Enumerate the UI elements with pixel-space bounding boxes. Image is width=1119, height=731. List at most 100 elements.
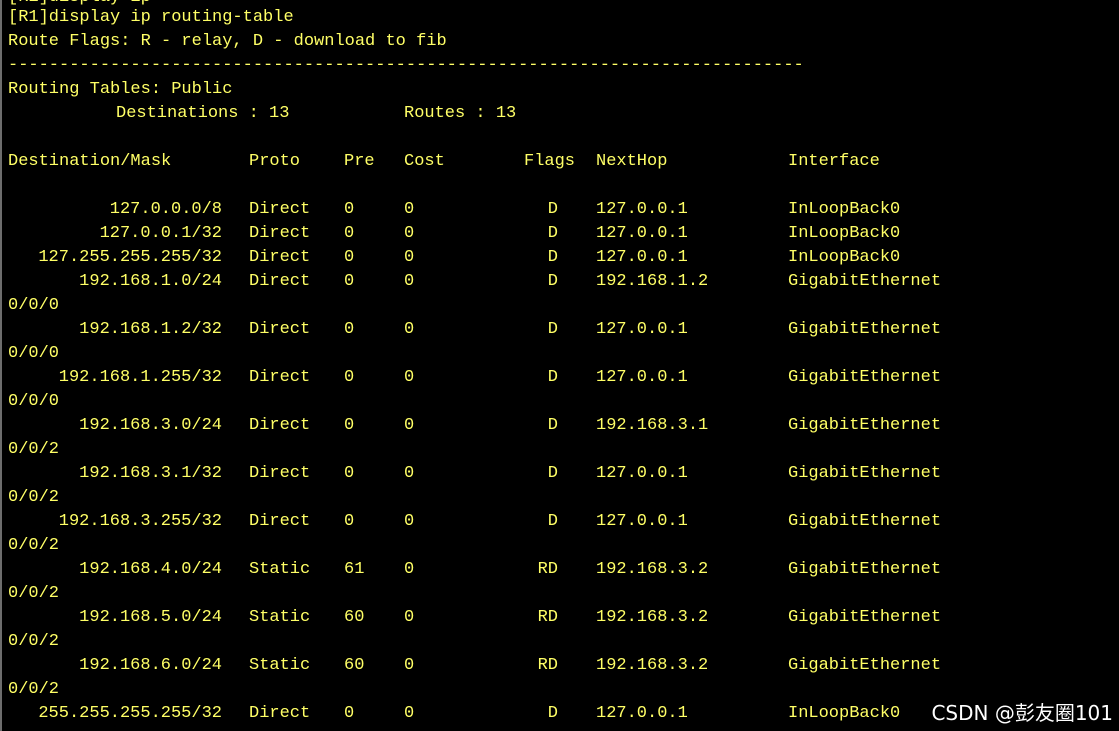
route-proto: Direct bbox=[249, 200, 311, 219]
route-interface: InLoopBack0 bbox=[788, 704, 901, 723]
route-pre: 60 bbox=[344, 608, 365, 627]
route-proto: Direct bbox=[249, 512, 311, 531]
route-destination: 192.168.3.255/32 bbox=[58, 512, 222, 531]
route-interface: GigabitEthernet bbox=[788, 272, 942, 291]
watermark: CSDN @彭友圈101 bbox=[931, 701, 1113, 725]
route-flags: D bbox=[547, 200, 558, 219]
route-proto: Direct bbox=[249, 464, 311, 483]
route-proto: Static bbox=[249, 560, 311, 579]
route-pre: 0 bbox=[344, 704, 355, 723]
route-cost: 0 bbox=[404, 560, 415, 579]
route-pre: 0 bbox=[344, 464, 355, 483]
route-cost: 0 bbox=[404, 656, 415, 675]
header-nexthop: NextHop bbox=[596, 152, 668, 171]
route-nexthop: 192.168.3.1 bbox=[596, 416, 709, 435]
route-proto: Static bbox=[249, 608, 311, 627]
route-destination: 192.168.4.0/24 bbox=[79, 560, 222, 579]
divider-line: ----------------------------------------… bbox=[8, 56, 804, 75]
header-pre: Pre bbox=[344, 152, 375, 171]
route-cost: 0 bbox=[404, 320, 415, 339]
route-pre: 0 bbox=[344, 272, 355, 291]
route-flags: D bbox=[547, 464, 558, 483]
route-destination: 192.168.5.0/24 bbox=[79, 608, 222, 627]
route-cost: 0 bbox=[404, 200, 415, 219]
route-flags: RD bbox=[537, 560, 558, 579]
route-nexthop: 192.168.3.2 bbox=[596, 656, 709, 675]
route-cost: 0 bbox=[404, 416, 415, 435]
route-interface: InLoopBack0 bbox=[788, 224, 901, 243]
destinations-count: Destinations : 13 bbox=[116, 104, 290, 123]
route-flags: D bbox=[547, 272, 558, 291]
command-line: [R1]display ip routing-table bbox=[8, 8, 294, 27]
route-interface-continuation: 0/0/0 bbox=[8, 392, 60, 411]
route-cost: 0 bbox=[404, 512, 415, 531]
route-interface: GigabitEthernet bbox=[788, 320, 942, 339]
route-cost: 0 bbox=[404, 248, 415, 267]
route-cost: 0 bbox=[404, 224, 415, 243]
route-cost: 0 bbox=[404, 704, 415, 723]
route-destination: 255.255.255.255/32 bbox=[38, 704, 222, 723]
routes-count: Routes : 13 bbox=[404, 104, 517, 123]
route-interface-continuation: 0/0/2 bbox=[8, 440, 60, 459]
route-interface-continuation: 0/0/2 bbox=[8, 680, 60, 699]
route-cost: 0 bbox=[404, 272, 415, 291]
route-flags: D bbox=[547, 704, 558, 723]
route-proto: Direct bbox=[249, 248, 311, 267]
route-pre: 0 bbox=[344, 200, 355, 219]
route-flags: D bbox=[547, 248, 558, 267]
route-flags: RD bbox=[537, 656, 558, 675]
route-proto: Direct bbox=[249, 272, 311, 291]
route-proto: Direct bbox=[249, 704, 311, 723]
route-flags: D bbox=[547, 416, 558, 435]
route-destination: 192.168.6.0/24 bbox=[79, 656, 222, 675]
route-nexthop: 127.0.0.1 bbox=[596, 248, 688, 267]
route-nexthop: 127.0.0.1 bbox=[596, 320, 688, 339]
route-pre: 0 bbox=[344, 416, 355, 435]
route-pre: 61 bbox=[344, 560, 365, 579]
header-proto: Proto bbox=[249, 152, 301, 171]
route-nexthop: 127.0.0.1 bbox=[596, 512, 688, 531]
route-interface-continuation: 0/0/2 bbox=[8, 584, 60, 603]
route-destination: 192.168.3.0/24 bbox=[79, 416, 222, 435]
route-cost: 0 bbox=[404, 464, 415, 483]
route-cost: 0 bbox=[404, 368, 415, 387]
route-proto: Direct bbox=[249, 320, 311, 339]
route-pre: 0 bbox=[344, 320, 355, 339]
route-interface: GigabitEthernet bbox=[788, 464, 942, 483]
terminal-window[interactable]: [R1]display ip [R1]display ip routing-ta… bbox=[0, 0, 1119, 731]
route-nexthop: 127.0.0.1 bbox=[596, 200, 688, 219]
route-interface-continuation: 0/0/2 bbox=[8, 632, 60, 651]
route-destination: 192.168.1.0/24 bbox=[79, 272, 222, 291]
route-pre: 0 bbox=[344, 512, 355, 531]
route-pre: 0 bbox=[344, 368, 355, 387]
route-proto: Direct bbox=[249, 224, 311, 243]
route-interface: GigabitEthernet bbox=[788, 512, 942, 531]
route-nexthop: 127.0.0.1 bbox=[596, 464, 688, 483]
route-interface-continuation: 0/0/0 bbox=[8, 344, 60, 363]
route-flags: D bbox=[547, 320, 558, 339]
route-interface: GigabitEthernet bbox=[788, 560, 942, 579]
routing-tables-title: Routing Tables: Public bbox=[8, 80, 233, 99]
route-destination: 192.168.1.2/32 bbox=[79, 320, 222, 339]
header-interface: Interface bbox=[788, 152, 880, 171]
route-flags: RD bbox=[537, 608, 558, 627]
route-nexthop: 192.168.3.2 bbox=[596, 560, 709, 579]
route-nexthop: 127.0.0.1 bbox=[596, 368, 688, 387]
route-proto: Direct bbox=[249, 416, 311, 435]
route-interface-continuation: 0/0/2 bbox=[8, 488, 60, 507]
route-interface-continuation: 0/0/2 bbox=[8, 536, 60, 555]
route-destination: 127.0.0.0/8 bbox=[109, 200, 222, 219]
route-interface-continuation: 0/0/0 bbox=[8, 296, 60, 315]
route-destination: 127.0.0.1/32 bbox=[99, 224, 222, 243]
route-interface: GigabitEthernet bbox=[788, 608, 942, 627]
route-cost: 0 bbox=[404, 608, 415, 627]
route-flags-legend: Route Flags: R - relay, D - download to … bbox=[8, 32, 447, 51]
header-destination: Destination/Mask bbox=[8, 152, 172, 171]
route-nexthop: 127.0.0.1 bbox=[596, 224, 688, 243]
route-nexthop: 192.168.1.2 bbox=[596, 272, 709, 291]
route-destination: 192.168.1.255/32 bbox=[58, 368, 222, 387]
route-interface: GigabitEthernet bbox=[788, 368, 942, 387]
route-interface: GigabitEthernet bbox=[788, 416, 942, 435]
header-flags: Flags bbox=[524, 152, 576, 171]
route-destination: 192.168.3.1/32 bbox=[79, 464, 222, 483]
